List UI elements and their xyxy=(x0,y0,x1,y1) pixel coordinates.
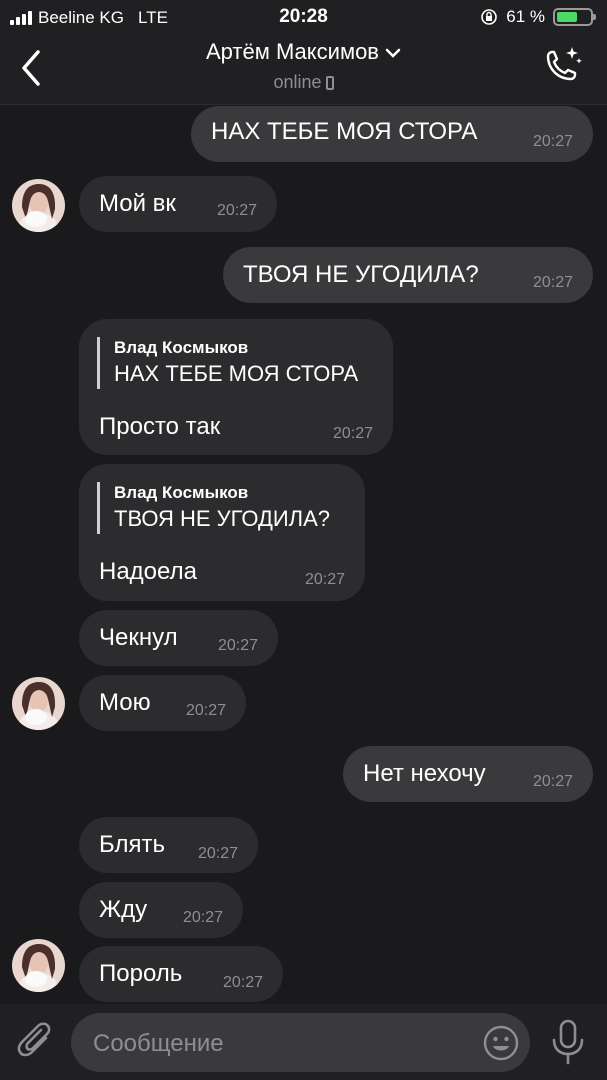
message-text: Мою xyxy=(99,689,151,716)
contact-status: online xyxy=(0,72,607,93)
online-status: online xyxy=(273,72,322,92)
status-right: 61 % xyxy=(480,7,596,27)
phone-call-icon[interactable] xyxy=(539,44,583,88)
message-time: 20:27 xyxy=(216,202,257,219)
message-time: 20:27 xyxy=(304,571,345,588)
message-bubble-incoming[interactable]: Мою 20:27 xyxy=(79,675,246,731)
message-time: 20:27 xyxy=(532,274,573,291)
contact-name: Артём Максимов xyxy=(206,39,379,64)
message-text: Жду xyxy=(99,896,148,923)
message-input[interactable] xyxy=(91,1013,475,1074)
message-bubble-outgoing[interactable]: НАХ ТЕБЕ МОЯ СТОРА 20:27 xyxy=(191,106,593,162)
microphone-icon[interactable] xyxy=(548,1018,588,1066)
message-bubble-outgoing[interactable]: Нет нехочу 20:27 xyxy=(343,746,593,802)
message-bubble-incoming[interactable]: Мой вк 20:27 xyxy=(79,176,277,232)
message-text: Пороль xyxy=(99,960,183,987)
message-list[interactable]: НАХ ТЕБЕ МОЯ СТОРА 20:27 Мой вк 20:27 ТВ… xyxy=(0,105,607,1005)
message-bubble-incoming[interactable]: Чекнул 20:27 xyxy=(79,610,278,666)
smiley-icon[interactable] xyxy=(482,1024,520,1062)
chat-header: Артём Максимов online xyxy=(0,34,607,105)
message-text: Нет нехочу xyxy=(363,760,486,787)
message-text: Просто так xyxy=(99,413,221,440)
reply-text: НАХ ТЕБЕ МОЯ СТОРА xyxy=(114,361,359,386)
message-bubble-reply[interactable]: Влад Космыков НАХ ТЕБЕ МОЯ СТОРА Просто … xyxy=(79,319,393,455)
reply-author: Влад Космыков xyxy=(114,338,249,357)
rotation-lock-icon xyxy=(481,9,498,25)
message-text: Чекнул xyxy=(99,624,178,651)
message-bubble-reply[interactable]: Влад Космыков ТВОЯ НЕ УГОДИЛА? Надоела 2… xyxy=(79,464,365,601)
battery-percent: 61 % xyxy=(506,7,545,26)
message-text: НАХ ТЕБЕ МОЯ СТОРА xyxy=(211,118,478,145)
message-text: Надоела xyxy=(99,558,197,585)
message-text: ТВОЯ НЕ УГОДИЛА? xyxy=(243,261,479,288)
message-text: Мой вк xyxy=(99,190,176,217)
message-text: Блять xyxy=(99,831,165,858)
battery-icon xyxy=(553,8,596,26)
avatar[interactable] xyxy=(12,677,65,730)
message-time: 20:27 xyxy=(532,133,573,150)
chevron-down-icon xyxy=(385,48,401,58)
avatar[interactable] xyxy=(12,179,65,232)
message-time: 20:27 xyxy=(185,702,226,719)
reply-author: Влад Космыков xyxy=(114,483,249,502)
message-time: 20:27 xyxy=(182,909,223,926)
reply-text: ТВОЯ НЕ УГОДИЛА? xyxy=(114,506,331,531)
message-time: 20:27 xyxy=(332,425,373,442)
paperclip-icon[interactable] xyxy=(16,1020,56,1064)
message-time: 20:27 xyxy=(222,974,263,991)
message-input-container xyxy=(71,1013,530,1074)
message-time: 20:27 xyxy=(532,773,573,790)
message-time: 20:27 xyxy=(197,845,238,862)
mobile-device-icon xyxy=(325,76,334,90)
reply-quote[interactable]: Влад Космыков ТВОЯ НЕ УГОДИЛА? xyxy=(97,482,330,534)
contact-name-button[interactable]: Артём Максимов xyxy=(0,39,607,65)
message-bubble-outgoing[interactable]: ТВОЯ НЕ УГОДИЛА? 20:27 xyxy=(223,247,593,303)
message-time: 20:27 xyxy=(217,637,258,654)
message-bubble-incoming[interactable]: Блять 20:27 xyxy=(79,817,258,873)
status-bar: Beeline KG LTE 20:28 61 % xyxy=(0,0,607,34)
composer-bar xyxy=(0,1004,607,1080)
reply-quote[interactable]: Влад Космыков НАХ ТЕБЕ МОЯ СТОРА xyxy=(97,337,358,389)
message-bubble-incoming[interactable]: Пороль 20:27 xyxy=(79,946,283,1002)
avatar[interactable] xyxy=(12,939,65,992)
message-bubble-incoming[interactable]: Жду 20:27 xyxy=(79,882,243,938)
